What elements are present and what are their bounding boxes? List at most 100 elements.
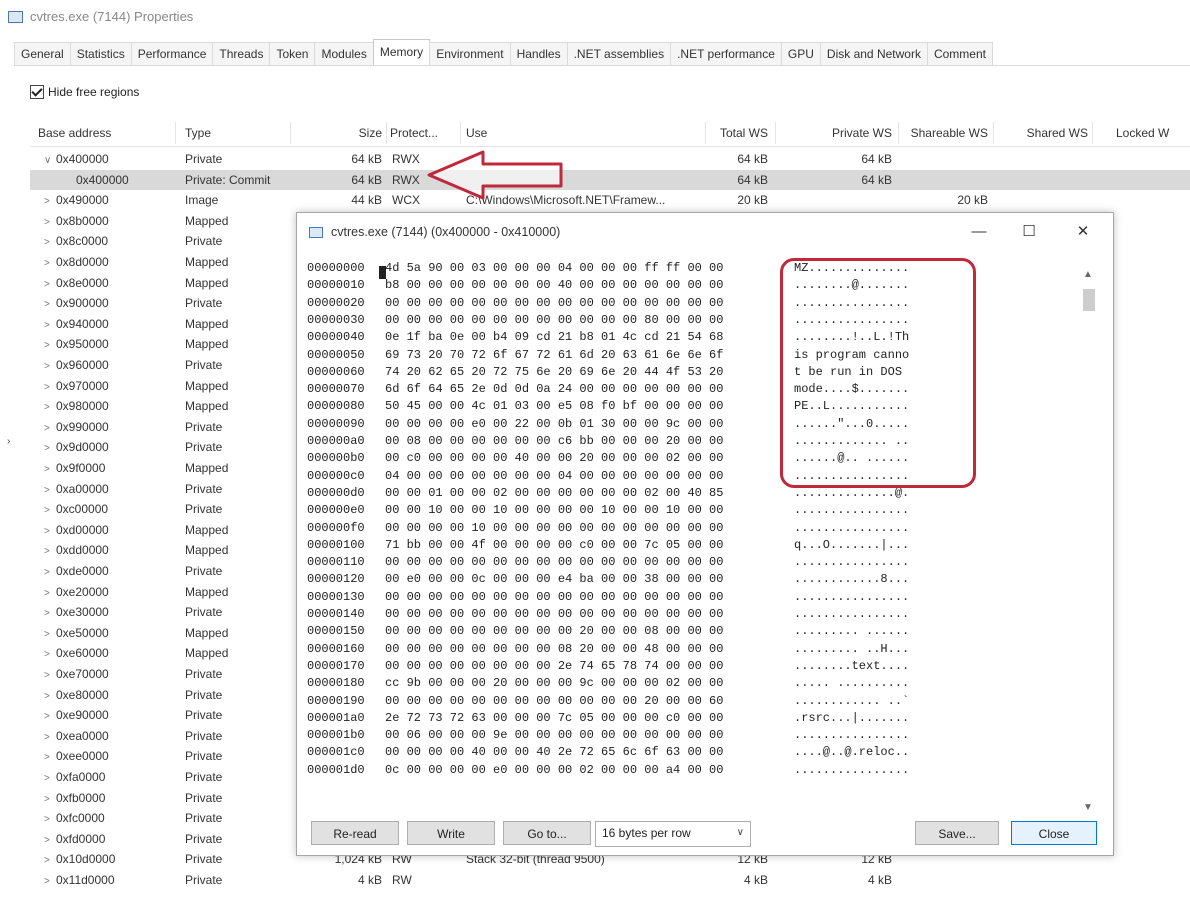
expand-chevron-icon[interactable]: >: [44, 258, 56, 269]
expand-chevron-icon[interactable]: >: [44, 835, 56, 846]
close-button[interactable]: Close: [1011, 821, 1097, 845]
expand-chevron-icon[interactable]: >: [44, 217, 56, 228]
column-divider[interactable]: [1092, 122, 1093, 144]
tab-comment[interactable]: Comment: [926, 42, 993, 65]
expand-chevron-icon[interactable]: >: [44, 526, 56, 537]
hide-free-regions-checkbox[interactable]: Hide free regions: [30, 85, 139, 99]
base-address-text: 0x960000: [56, 358, 109, 372]
bytes-per-row-select[interactable]: 16 bytes per row ∨: [595, 821, 751, 847]
expand-chevron-icon[interactable]: >: [44, 505, 56, 516]
tab-environment[interactable]: Environment: [429, 42, 511, 65]
memory-row[interactable]: >0x11d0000 Private 4 kB RW 4 kB 4 kB: [30, 870, 1190, 891]
expand-chevron-icon[interactable]: >: [44, 752, 56, 763]
scroll-up-icon[interactable]: ▲: [1083, 269, 1093, 280]
checkbox-check-icon[interactable]: [30, 85, 44, 99]
column-header-shareable-ws[interactable]: Shareable WS: [911, 126, 988, 140]
base-address-cell: >0x940000: [44, 317, 109, 331]
expand-chevron-icon[interactable]: ∨: [44, 155, 56, 166]
tab-general[interactable]: General: [14, 42, 71, 65]
vertical-scrollbar[interactable]: ▲ ▼: [1077, 265, 1101, 813]
tab-net-performance[interactable]: .NET performance: [670, 42, 782, 65]
column-header-use[interactable]: Use: [466, 126, 487, 140]
expand-chevron-icon[interactable]: >: [44, 794, 56, 805]
tab-statistics[interactable]: Statistics: [69, 42, 132, 65]
column-header-private-ws[interactable]: Private WS: [832, 126, 892, 140]
minimize-button[interactable]: —: [959, 219, 999, 245]
expand-chevron-icon[interactable]: >: [44, 773, 56, 784]
hex-offset: 000001c0: [307, 745, 365, 760]
column-divider[interactable]: [175, 122, 176, 144]
expand-chevron-icon[interactable]: >: [44, 196, 56, 207]
expand-chevron-icon[interactable]: >: [44, 691, 56, 702]
expand-chevron-icon[interactable]: >: [44, 423, 56, 434]
hex-bytes: 00 e0 00 00 0c 00 00 00 e4 ba 00 00 38 0…: [385, 572, 724, 587]
write-button[interactable]: Write: [407, 821, 495, 845]
memory-row[interactable]: ∨ 0x400000 Private 64 kB RWX 64 kB 64 kB: [30, 149, 1190, 170]
size-cell: 64 kB: [351, 172, 382, 187]
maximize-button[interactable]: ☐: [1009, 219, 1049, 245]
column-header-type[interactable]: Type: [185, 126, 211, 140]
memory-row[interactable]: 0x400000 Private: Commit 64 kB RWX 64 kB 64 k…: [30, 169, 1190, 191]
expand-chevron-icon[interactable]: >: [44, 588, 56, 599]
type-cell: Private: [185, 708, 223, 723]
expand-chevron-icon[interactable]: >: [44, 340, 56, 351]
expand-chevron-icon[interactable]: >: [44, 629, 56, 640]
tab-threads[interactable]: Threads: [212, 42, 271, 65]
column-divider[interactable]: [460, 122, 461, 144]
expand-chevron-icon[interactable]: >: [44, 814, 56, 825]
tab-handles[interactable]: Handles: [509, 42, 568, 65]
expand-chevron-icon[interactable]: >: [44, 876, 56, 887]
expand-chevron-icon[interactable]: >: [44, 279, 56, 290]
column-divider[interactable]: [290, 122, 291, 144]
scroll-thumb[interactable]: [1083, 289, 1095, 311]
base-address-cell: 0x400000: [76, 173, 129, 187]
expand-chevron-icon[interactable]: >: [44, 670, 56, 681]
expand-chevron-icon[interactable]: >: [44, 855, 56, 866]
expand-chevron-icon[interactable]: >: [44, 608, 56, 619]
expand-chevron-icon[interactable]: >: [44, 299, 56, 310]
reread-button[interactable]: Re-read: [311, 821, 399, 845]
expand-chevron-icon[interactable]: >: [44, 711, 56, 722]
expand-chevron-icon[interactable]: >: [44, 382, 56, 393]
column-divider[interactable]: [775, 122, 776, 144]
column-header-shared-ws[interactable]: Shared WS: [1027, 126, 1088, 140]
expand-chevron-icon[interactable]: >: [44, 649, 56, 660]
expand-chevron-icon[interactable]: >: [44, 443, 56, 454]
base-address-cell: >0x9f0000: [44, 461, 105, 475]
tab-memory[interactable]: Memory: [372, 39, 431, 65]
expand-chevron-icon[interactable]: >: [44, 485, 56, 496]
expand-chevron-icon[interactable]: >: [44, 402, 56, 413]
column-header-size[interactable]: Size: [359, 126, 382, 140]
expand-chevron-icon[interactable]: >: [44, 732, 56, 743]
tab-performance[interactable]: Performance: [130, 42, 214, 65]
tab-net-assemblies[interactable]: .NET assemblies: [566, 42, 672, 65]
base-address-cell: >0x11d0000: [44, 873, 115, 887]
scroll-down-icon[interactable]: ▼: [1083, 802, 1093, 813]
column-header-total-ws[interactable]: Total WS: [720, 126, 768, 140]
hex-offset: 000001a0: [307, 710, 365, 725]
memory-row[interactable]: >0x490000 Image 44 kB WCX C:\Windows\Microso…: [30, 190, 1190, 211]
column-header-locked-w[interactable]: Locked W: [1116, 126, 1169, 140]
goto-button[interactable]: Go to...: [503, 821, 591, 845]
column-divider[interactable]: [898, 122, 899, 144]
column-divider[interactable]: [705, 122, 706, 144]
expand-chevron-icon[interactable]: >: [44, 546, 56, 557]
tab-token[interactable]: Token: [269, 42, 316, 65]
expand-chevron-icon[interactable]: >: [44, 320, 56, 331]
column-header-base-address[interactable]: Base address: [38, 126, 111, 140]
tab-disk-and-network[interactable]: Disk and Network: [819, 42, 928, 65]
column-header-protect[interactable]: Protect...: [390, 126, 438, 140]
column-divider[interactable]: [993, 122, 994, 144]
save-button[interactable]: Save...: [915, 821, 999, 845]
hex-bytes: 04 00 00 00 00 00 00 00 04 00 00 00 00 0…: [385, 468, 724, 483]
expand-chevron-icon[interactable]: >: [44, 361, 56, 372]
column-divider[interactable]: [386, 122, 387, 144]
expand-chevron-icon[interactable]: >: [44, 237, 56, 248]
hex-offset: 00000100: [307, 537, 365, 552]
expand-chevron-icon[interactable]: >: [44, 464, 56, 475]
tab-modules[interactable]: Modules: [314, 42, 374, 65]
base-address-cell: >0x900000: [44, 296, 109, 310]
expand-chevron-icon[interactable]: >: [44, 567, 56, 578]
tab-gpu[interactable]: GPU: [780, 42, 821, 65]
close-window-button[interactable]: ✕: [1063, 219, 1103, 245]
